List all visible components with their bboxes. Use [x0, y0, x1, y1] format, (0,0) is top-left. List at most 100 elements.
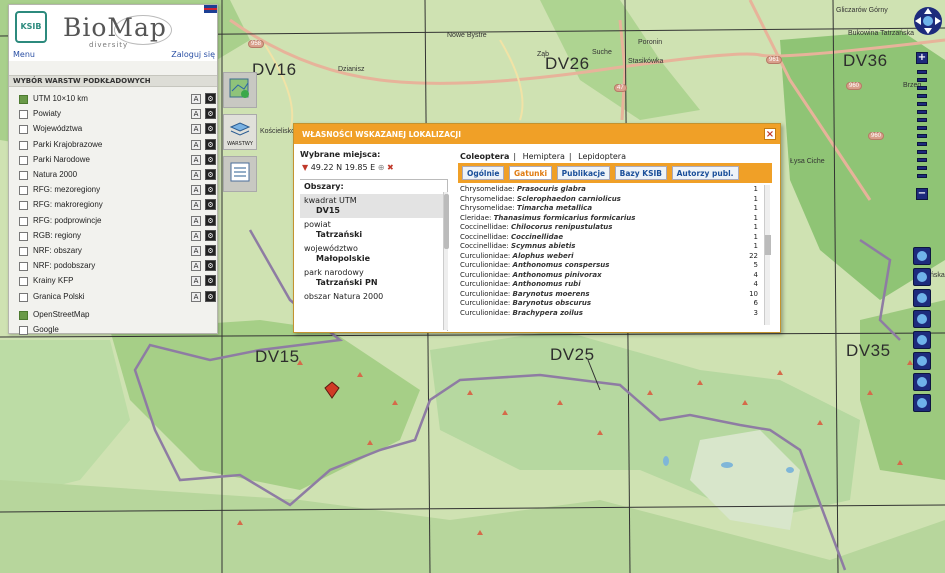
layer-checkbox[interactable] [19, 186, 28, 196]
search-icon[interactable] [913, 373, 931, 391]
zoom-in-button[interactable]: + [916, 52, 928, 64]
layer-checkbox[interactable] [19, 310, 28, 320]
species-row[interactable]: Chrysomelidae: Prasocuris glabra 1 [460, 185, 762, 195]
layer-checkbox[interactable] [19, 110, 28, 120]
area-item[interactable]: powiat Tatrzański [300, 218, 447, 242]
tab-hemiptera[interactable]: Hemiptera [523, 152, 565, 161]
layer-settings-icon[interactable]: ⚙ [205, 260, 216, 272]
layer-labels-toggle[interactable]: A [191, 200, 201, 211]
pan-control-icon[interactable] [912, 5, 944, 37]
area-item[interactable]: kwadrat UTM DV15 [300, 194, 447, 218]
area-item[interactable]: park narodowy Tatrzański PN [300, 266, 447, 290]
fullscreen-icon[interactable] [913, 310, 931, 328]
layer-settings-icon[interactable]: ⚙ [205, 275, 216, 287]
polygon-icon[interactable] [913, 352, 931, 370]
login-link[interactable]: Zaloguj się [171, 50, 215, 59]
layer-settings-icon[interactable]: ⚙ [205, 153, 216, 165]
areas-scrollbar[interactable] [443, 192, 449, 330]
layer-settings-icon[interactable]: ⚙ [205, 229, 216, 241]
tab-coleoptera[interactable]: Coleoptera [460, 152, 509, 161]
species-row[interactable]: Cleridae: Thanasimus formicarius formica… [460, 214, 762, 224]
tab-bazy-ksib[interactable]: Bazy KSIB [614, 166, 668, 180]
zoom-slider[interactable]: + − [914, 48, 930, 206]
layer-settings-icon[interactable]: ⚙ [205, 184, 216, 196]
layer-checkbox[interactable] [19, 95, 28, 104]
layers-button[interactable]: WARSTWY [223, 114, 257, 150]
layer-row[interactable]: RFG: makroregiony A ⚙ [19, 199, 217, 213]
layer-settings-icon[interactable]: ⚙ [205, 93, 216, 104]
layer-row[interactable]: Natura 2000 A ⚙ [19, 169, 217, 183]
layer-row[interactable]: Parki Narodowe A ⚙ [19, 153, 217, 168]
layer-checkbox[interactable] [19, 262, 28, 272]
layer-settings-icon[interactable]: ⚙ [205, 169, 216, 180]
area-item[interactable]: województwo Małopolskie [300, 242, 447, 266]
layer-row[interactable]: Granica Polski A ⚙ [19, 290, 217, 305]
layer-labels-toggle[interactable]: A [191, 170, 201, 180]
layer-checkbox[interactable] [19, 171, 28, 180]
species-row[interactable]: Coccinellidae: Scymnus abietis 1 [460, 242, 762, 252]
layer-checkbox[interactable] [19, 247, 28, 256]
layer-row[interactable]: UTM 10×10 km A ⚙ [19, 93, 217, 107]
layer-settings-icon[interactable]: ⚙ [205, 138, 216, 150]
tab-publikacje[interactable]: Publikacje [556, 166, 611, 180]
layer-labels-toggle[interactable]: A [191, 291, 201, 302]
layer-settings-icon[interactable]: ⚙ [205, 245, 216, 256]
layer-labels-toggle[interactable]: A [191, 185, 201, 196]
layer-row[interactable]: NRF: podobszary A ⚙ [19, 260, 217, 274]
layer-row[interactable]: RFG: podprowincje A ⚙ [19, 214, 217, 229]
english-flag-icon[interactable] [204, 5, 217, 13]
species-row[interactable]: Curculionidae: Anthonomus pinivorax 4 [460, 271, 762, 281]
layer-labels-toggle[interactable]: A [191, 246, 201, 256]
species-row[interactable]: Curculionidae: Barynotus moerens 10 [460, 290, 762, 300]
layer-settings-icon[interactable]: ⚙ [205, 290, 216, 302]
layer-checkbox[interactable] [19, 326, 28, 335]
species-row[interactable]: Curculionidae: Anthonomus conspersus 5 [460, 261, 762, 271]
layer-labels-toggle[interactable]: A [191, 230, 201, 241]
species-row[interactable]: Curculionidae: Brachypera zoilus 3 [460, 309, 762, 319]
tab-gatunki[interactable]: Gatunki [509, 166, 553, 180]
layer-labels-toggle[interactable]: A [191, 261, 201, 272]
species-row[interactable]: Chrysomelidae: Timarcha metallica 1 [460, 204, 762, 214]
species-row[interactable]: Coccinellidae: Chilocorus renipustulatus… [460, 223, 762, 233]
species-row[interactable]: Curculionidae: Alophus weberi 22 [460, 252, 762, 262]
delete-icon[interactable]: ✖ [387, 163, 394, 172]
zoom-box-icon[interactable] [913, 247, 931, 265]
globe-icon[interactable]: ⊕ [378, 163, 385, 172]
layer-checkbox[interactable] [19, 231, 28, 241]
list-button[interactable] [223, 156, 257, 192]
layer-checkbox[interactable] [19, 201, 28, 211]
layer-row[interactable]: OpenStreetMap [19, 309, 217, 323]
layer-labels-toggle[interactable]: A [191, 94, 201, 104]
area-item[interactable]: obszar Natura 2000 [300, 290, 447, 304]
close-icon[interactable]: × [764, 128, 776, 140]
layer-settings-icon[interactable]: ⚙ [205, 108, 216, 120]
layer-settings-icon[interactable]: ⚙ [205, 199, 216, 211]
layer-checkbox[interactable] [19, 125, 28, 135]
layer-row[interactable]: Województwa A ⚙ [19, 123, 217, 137]
tab-autorzy-publ[interactable]: Autorzy publ. [671, 166, 739, 180]
layer-row[interactable]: RGB: regiony A ⚙ [19, 229, 217, 244]
add-layer-button[interactable] [223, 72, 257, 108]
measure-icon[interactable] [913, 331, 931, 349]
layer-labels-toggle[interactable]: A [191, 109, 201, 120]
species-row[interactable]: Curculionidae: Anthonomus rubi 4 [460, 280, 762, 290]
layer-row[interactable]: Krainy KFP A ⚙ [19, 275, 217, 289]
layer-row[interactable]: NRF: obszary A ⚙ [19, 245, 217, 259]
layer-checkbox[interactable] [19, 277, 28, 287]
search-area-icon[interactable] [913, 394, 931, 412]
crosshair-icon[interactable] [913, 268, 931, 286]
layer-labels-toggle[interactable]: A [191, 276, 201, 287]
layer-labels-toggle[interactable]: A [191, 139, 201, 150]
layer-checkbox[interactable] [19, 140, 28, 150]
layer-settings-icon[interactable]: ⚙ [205, 214, 216, 226]
layer-settings-icon[interactable]: ⚙ [205, 123, 216, 135]
layer-checkbox[interactable] [19, 216, 28, 226]
cloud-icon[interactable] [913, 289, 931, 307]
species-scrollbar[interactable] [764, 185, 771, 325]
layer-row[interactable]: RFG: mezoregiony A ⚙ [19, 184, 217, 198]
layer-checkbox[interactable] [19, 292, 28, 302]
species-row[interactable]: Curculionidae: Barynotus obscurus 6 [460, 299, 762, 309]
layer-labels-toggle[interactable]: A [191, 215, 201, 226]
zoom-out-button[interactable]: − [916, 188, 928, 200]
menu-link[interactable]: Menu [13, 50, 35, 59]
